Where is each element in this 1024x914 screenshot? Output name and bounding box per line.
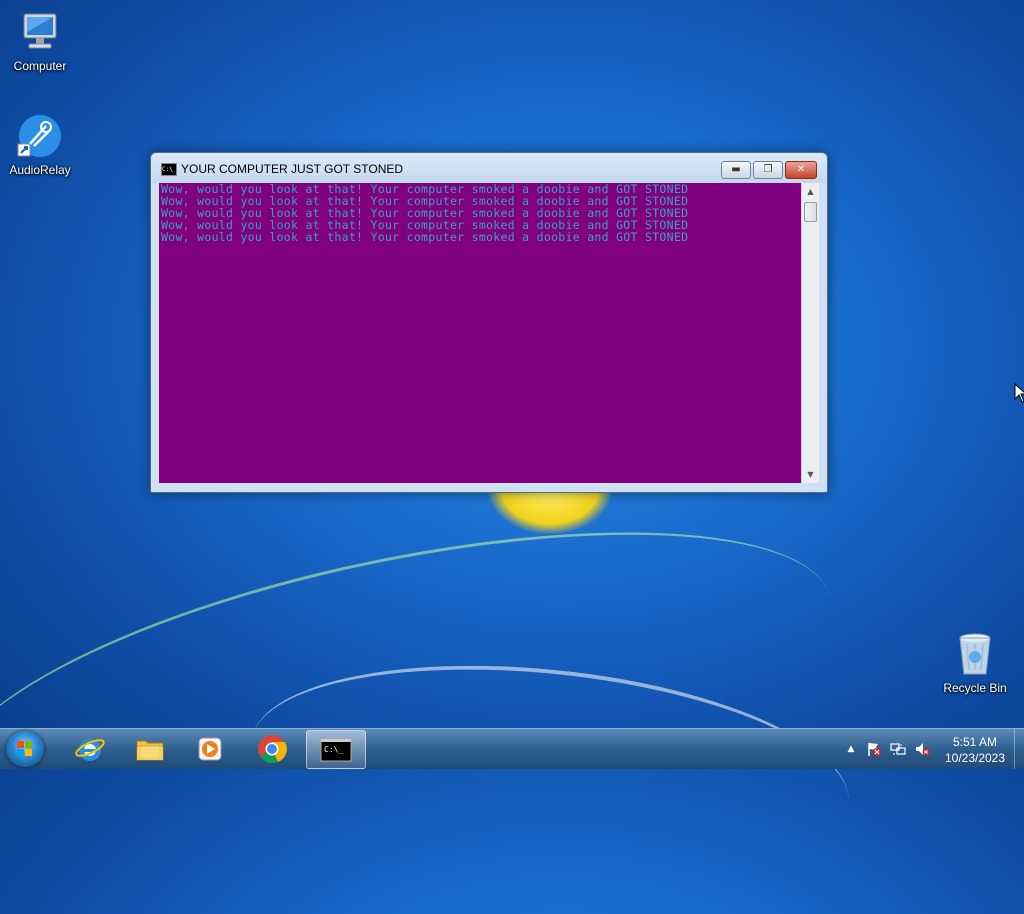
cmd-icon: C:\: [161, 163, 177, 176]
maximize-button[interactable]: ❐: [753, 161, 783, 179]
window-titlebar[interactable]: C:\ YOUR COMPUTER JUST GOT STONED ▬ ❐ ✕: [151, 153, 827, 183]
start-button[interactable]: [6, 731, 44, 767]
network-icon[interactable]: [890, 741, 906, 757]
close-icon: ✕: [796, 164, 806, 175]
taskbar-file-explorer[interactable]: [122, 730, 180, 767]
action-center-flag-icon[interactable]: [866, 741, 882, 757]
audiorelay-icon: [16, 112, 64, 160]
media-player-icon: [194, 733, 226, 765]
windows-start-icon: [17, 741, 33, 757]
show-desktop-button[interactable]: [1014, 729, 1024, 769]
window-title: YOUR COMPUTER JUST GOT STONED: [181, 162, 404, 176]
vertical-scrollbar[interactable]: ▲ ▼: [801, 183, 819, 483]
show-hidden-icons-arrow[interactable]: ▲: [843, 741, 859, 757]
volume-muted-icon[interactable]: [914, 741, 930, 757]
cmd-icon: C:\_: [320, 734, 352, 766]
maximize-icon: ❐: [763, 164, 773, 175]
mouse-cursor-icon: [1014, 383, 1024, 403]
taskbar: C:\_ ▲ 5:51 AM 10/23/2023: [0, 728, 1024, 769]
close-button[interactable]: ✕: [785, 161, 817, 179]
console-line: Wow, would you look at that! Your comput…: [161, 230, 689, 244]
internet-explorer-icon: [74, 733, 106, 765]
wallpaper-flower: [488, 488, 612, 534]
desktop-icon-label: Recycle Bin: [943, 681, 1007, 695]
system-clock[interactable]: 5:51 AM 10/23/2023: [938, 734, 1012, 766]
chrome-icon: [256, 733, 288, 765]
desktop-icon-audiorelay[interactable]: AudioRelay: [0, 112, 80, 177]
console-output[interactable]: Wow, would you look at that! Your comput…: [159, 183, 801, 483]
scrollbar-thumb[interactable]: [804, 202, 817, 222]
taskbar-internet-explorer[interactable]: [62, 730, 120, 767]
taskbar-command-prompt[interactable]: C:\_: [306, 730, 366, 769]
scroll-down-arrow-icon[interactable]: ▼: [802, 466, 819, 483]
clock-time: 5:51 AM: [952, 735, 998, 749]
folder-icon: [134, 733, 166, 765]
computer-icon: [16, 8, 64, 56]
desktop-icon-computer[interactable]: Computer: [0, 8, 80, 73]
clock-date: 10/23/2023: [944, 751, 1006, 765]
console-window[interactable]: C:\ YOUR COMPUTER JUST GOT STONED ▬ ❐ ✕ …: [150, 152, 828, 493]
recycle-bin-icon: [951, 630, 999, 678]
scroll-up-arrow-icon[interactable]: ▲: [802, 183, 819, 200]
taskbar-chrome[interactable]: [244, 730, 302, 767]
desktop-icon-label: AudioRelay: [9, 163, 71, 177]
svg-text:C:\_: C:\_: [324, 745, 343, 754]
minimize-icon: ▬: [731, 164, 741, 175]
desktop-icon-label: Computer: [13, 59, 67, 73]
taskbar-media-player[interactable]: [182, 730, 240, 767]
desktop-icon-recycle-bin[interactable]: Recycle Bin: [935, 630, 1015, 695]
minimize-button[interactable]: ▬: [721, 161, 751, 179]
